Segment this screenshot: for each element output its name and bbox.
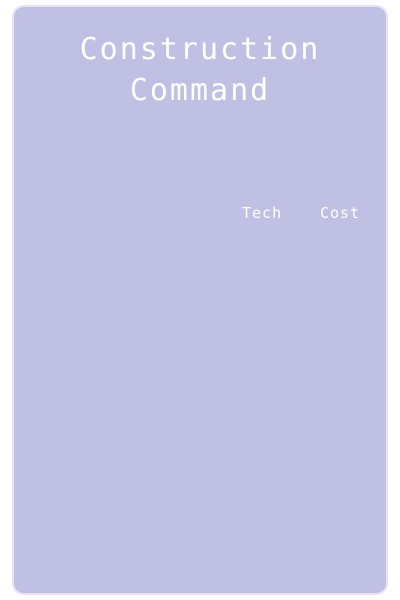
cost-column-header: Cost <box>320 204 361 222</box>
tech-column-header: Tech <box>242 204 283 222</box>
construction-command-panel: Construction Command Tech Cost <box>12 5 388 595</box>
panel-title-line1: Construction <box>79 32 321 67</box>
panel-title: Construction Command <box>14 29 386 111</box>
panel-title-line2: Command <box>129 73 271 108</box>
